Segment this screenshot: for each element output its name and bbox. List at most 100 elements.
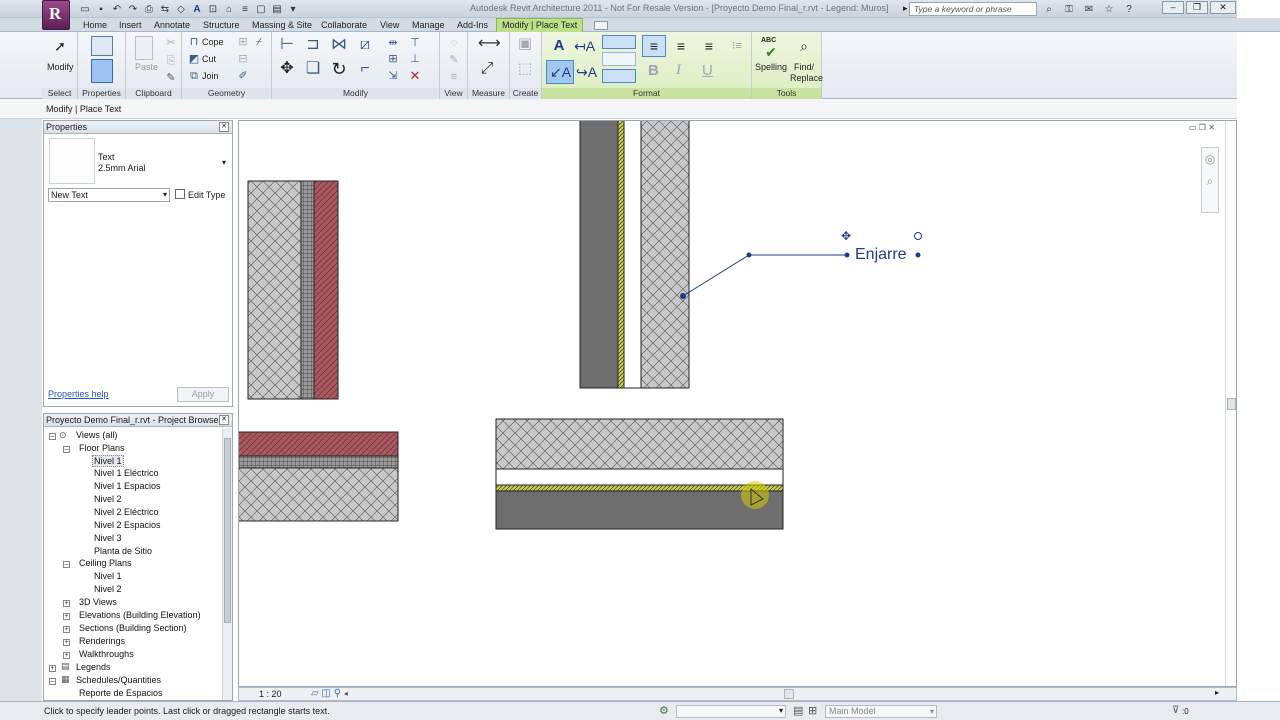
model-dropdown[interactable]: Main Model ▾ xyxy=(825,705,937,718)
sections-toggle[interactable]: + xyxy=(63,626,70,633)
underline-button[interactable]: U xyxy=(702,62,713,79)
tab-structure[interactable]: Structure xyxy=(203,19,240,32)
two-segment-leader-icon[interactable]: ↙A xyxy=(550,63,571,81)
tree-3d-views[interactable]: 3D Views xyxy=(79,597,117,607)
view-close-icon[interactable]: ✕ xyxy=(1208,123,1215,132)
offset-icon[interactable]: ⊐ xyxy=(304,36,322,54)
minimize-button[interactable]: – xyxy=(1162,1,1184,14)
tab-home[interactable]: Home xyxy=(83,19,107,32)
close-browser-icon[interactable]: ✕ xyxy=(219,415,229,425)
vertical-scroll-thumb[interactable] xyxy=(1227,398,1236,410)
scroll-right-icon[interactable]: ▸ xyxy=(1215,688,1219,697)
editing-requests-icon[interactable]: ⊞ xyxy=(808,704,817,717)
align-right-icon[interactable]: ≡ xyxy=(700,37,718,55)
print-icon[interactable]: ⎙ xyxy=(142,3,156,16)
walkthroughs-toggle[interactable]: + xyxy=(63,652,70,659)
undo-icon[interactable]: ↶ xyxy=(110,3,124,16)
view-scale[interactable]: 1 : 20 xyxy=(259,689,282,699)
renderings-toggle[interactable]: + xyxy=(63,639,70,646)
wall-section-3[interactable] xyxy=(239,431,399,522)
tree-ceiling-nivel-2[interactable]: Nivel 2 xyxy=(94,584,122,594)
binoculars-icon[interactable]: ⌕ xyxy=(1042,3,1056,16)
type-name[interactable]: Text xyxy=(98,152,115,162)
tree-elevations[interactable]: Elevations (Building Elevation) xyxy=(79,610,201,620)
text-icon[interactable]: A xyxy=(190,3,204,16)
tab-annotate[interactable]: Annotate xyxy=(154,19,190,32)
worksets-icon[interactable]: ⚙ xyxy=(659,704,669,717)
tab-view[interactable]: View xyxy=(380,19,399,32)
join-button[interactable]: Join xyxy=(202,71,219,81)
properties-icon[interactable] xyxy=(91,59,113,83)
trim-icon[interactable]: ⌐ xyxy=(356,60,374,78)
tab-modify-place-text[interactable]: Modify | Place Text xyxy=(496,18,584,32)
italic-button[interactable]: I xyxy=(676,62,681,79)
design-options-icon[interactable]: ▤ xyxy=(793,704,803,717)
close-properties-icon[interactable]: ✕ xyxy=(219,122,229,132)
help-icon[interactable]: ? xyxy=(1122,3,1136,16)
tree-item-nivel-2[interactable]: Nivel 2 xyxy=(94,494,122,504)
create-assembly-icon[interactable]: ▣ xyxy=(516,35,534,53)
no-leader-icon[interactable]: A xyxy=(550,37,568,55)
tag-icon[interactable]: ◇ xyxy=(174,3,188,16)
close-hidden-icon[interactable]: ▢ xyxy=(254,3,268,16)
type-subname[interactable]: 2.5mm Arial xyxy=(98,163,146,173)
find-replace-label-1[interactable]: Find/ xyxy=(794,62,814,72)
tree-ceiling-plans[interactable]: Ceiling Plans xyxy=(79,558,132,568)
tree-legends[interactable]: Legends xyxy=(76,662,111,672)
tree-item-nivel-1[interactable]: Nivel 1 xyxy=(92,455,124,467)
legends-toggle[interactable]: + xyxy=(49,665,56,672)
cursor-icon[interactable]: ➚ xyxy=(51,37,69,55)
tree-schedules[interactable]: Schedules/Quantities xyxy=(76,675,161,685)
filter-icon[interactable]: ⊽ xyxy=(1172,705,1179,716)
mirror-draw-icon[interactable]: ⧄ xyxy=(356,36,374,54)
measure-along-icon[interactable]: ⤢ xyxy=(478,60,496,78)
tree-item-planta-de-sitio[interactable]: Planta de Sitio xyxy=(94,546,152,556)
apply-button[interactable]: Apply xyxy=(177,387,229,402)
wall-section-1[interactable] xyxy=(247,180,339,400)
align-icon[interactable]: ⊢ xyxy=(278,36,296,54)
tree-item-nivel-3[interactable]: Nivel 3 xyxy=(94,533,122,543)
join-icon[interactable]: ⧉ xyxy=(185,67,203,85)
open-icon[interactable]: ▭ xyxy=(78,3,92,16)
cope-icon[interactable]: ⊓ xyxy=(185,33,203,51)
modify-button[interactable]: Modify xyxy=(47,62,74,72)
tree-ceiling-nivel-1[interactable]: Nivel 1 xyxy=(94,571,122,581)
one-segment-leader-icon[interactable]: ↤A xyxy=(574,37,595,55)
reveal-hidden-icon[interactable]: ⚲ xyxy=(334,688,341,699)
drawing-canvas[interactable]: ✥ Enjarre ▭ ❐ ✕ ◎ ⌕ xyxy=(238,120,1237,687)
leader-middle-button[interactable] xyxy=(602,52,636,66)
search-expand-icon[interactable]: ▸ xyxy=(903,3,908,14)
spelling-check-icon[interactable]: ✔ xyxy=(762,43,780,61)
find-replace-icon[interactable]: ⌕ xyxy=(795,37,813,55)
thin-lines-icon[interactable]: ≡ xyxy=(238,3,252,16)
section-icon[interactable]: ⊡ xyxy=(206,3,220,16)
browser-scrollbar[interactable] xyxy=(222,428,232,700)
list-icon[interactable]: ⁝≡ xyxy=(728,37,746,55)
application-menu-button[interactable]: R xyxy=(42,0,70,30)
cut-button[interactable]: Cut xyxy=(202,54,216,64)
tree-walkthroughs[interactable]: Walkthroughs xyxy=(79,649,134,659)
unpin-icon[interactable]: ⊥ xyxy=(406,50,424,68)
move-icon[interactable]: ✥ xyxy=(278,60,296,78)
tree-views-all[interactable]: Views (all) xyxy=(76,430,117,440)
search-input[interactable]: Type a keyword or phrase xyxy=(909,2,1037,16)
wall-section-2[interactable] xyxy=(579,121,690,389)
floor-plans-toggle[interactable]: – xyxy=(63,446,70,453)
delete-icon[interactable]: ✕ xyxy=(406,67,424,85)
horizontal-scroll-thumb[interactable] xyxy=(784,689,794,699)
tab-massing-site[interactable]: Massing & Site xyxy=(252,19,312,32)
dropdown-icon[interactable]: ▾ xyxy=(286,3,300,16)
linework-icon[interactable]: ≡ xyxy=(445,68,463,86)
restore-button[interactable]: ❐ xyxy=(1186,1,1208,14)
text-leader[interactable]: ✥ xyxy=(680,229,922,299)
measure-icon[interactable]: ⇆ xyxy=(158,3,172,16)
redo-icon[interactable]: ↷ xyxy=(126,3,140,16)
tab-insert[interactable]: Insert xyxy=(119,19,142,32)
3d-view-icon[interactable]: ⌂ xyxy=(222,3,236,16)
zoom-icon[interactable]: ⌕ xyxy=(1202,174,1218,189)
save-icon[interactable]: ▪ xyxy=(94,3,108,16)
bold-button[interactable]: B xyxy=(648,62,659,79)
leader-bottom-button[interactable] xyxy=(602,69,636,83)
tree-item-nivel-1-espacios[interactable]: Nivel 1 Espacios xyxy=(94,481,161,491)
copy-modify-icon[interactable]: ❏ xyxy=(304,60,322,78)
